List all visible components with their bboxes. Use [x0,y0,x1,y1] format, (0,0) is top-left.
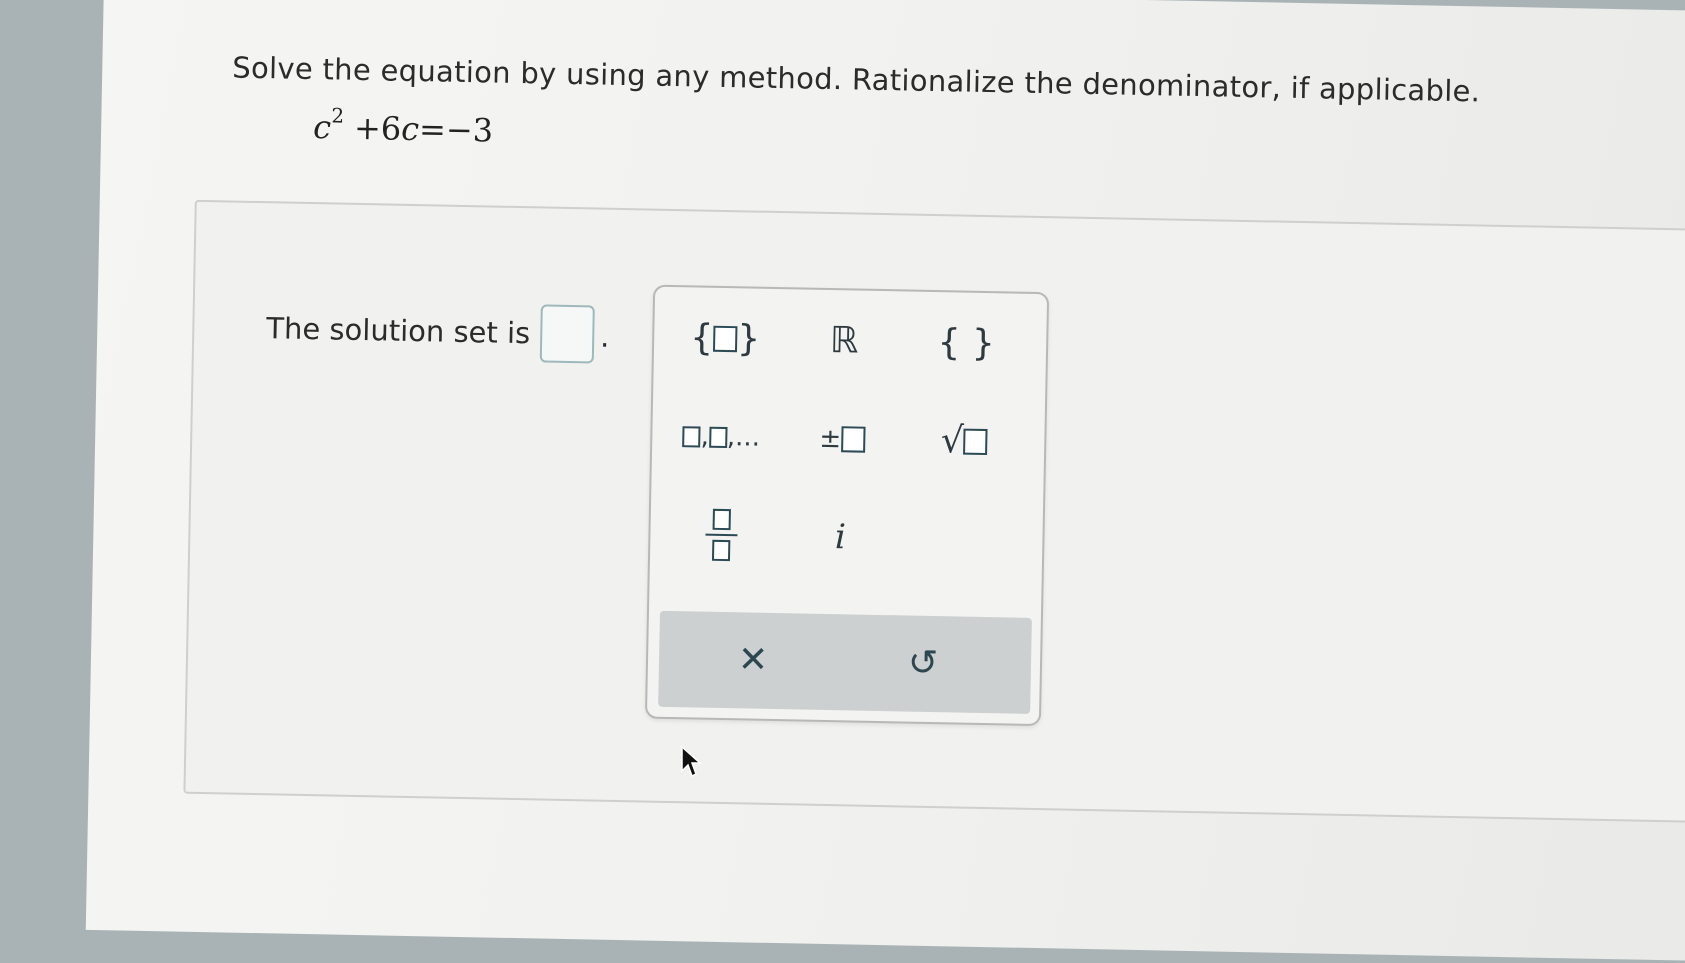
ellipsis-icon: ... [734,422,761,453]
close-icon: ✕ [737,639,769,681]
right-brace-icon: } [736,318,761,360]
reset-button[interactable]: ↺ [862,625,983,703]
page-background: Solve the equation by using any method. … [85,0,1685,962]
equation-rhs: =−3 [418,110,494,150]
equation: c2 +6c=−3 [312,104,494,150]
list-button[interactable]: ,,... [671,401,772,473]
fraction-button[interactable] [671,499,772,571]
equation-variable-2: c [400,109,420,149]
plus-minus-button[interactable]: ± [792,403,893,475]
set-braces-button[interactable]: { } [675,303,776,375]
placeholder-box-icon [708,426,728,448]
placeholder-box-icon [840,426,866,453]
undo-icon: ↺ [907,642,939,685]
square-root-button[interactable]: √ [914,406,1015,478]
placeholder-box-icon [963,428,989,456]
empty-set-icon: { } [937,322,996,365]
left-brace-icon: { [689,317,714,359]
clear-button[interactable]: ✕ [692,621,813,699]
sqrt-icon: √ [940,420,965,462]
real-numbers-button[interactable]: ℝ [794,305,895,377]
equation-exponent: 2 [331,103,345,128]
denominator-box-icon [711,540,731,562]
numerator-box-icon [712,508,731,530]
question-instruction: Solve the equation by using any method. … [232,50,1481,109]
fraction-bar-icon [705,533,738,537]
solution-set-label: The solution set is [266,311,531,351]
math-palette: { } ℝ { } ,,... ± √ i ✕ ↺ [644,284,1050,727]
empty-set-button[interactable]: { } [916,308,1017,380]
solution-set-input[interactable] [539,304,595,364]
imaginary-unit-icon: i [834,517,847,558]
placeholder-box-icon [682,425,701,448]
plus-minus-icon: ± [819,423,842,455]
equation-term: +6 [343,108,402,148]
imaginary-unit-button[interactable]: i [790,501,891,573]
sentence-period: . [599,319,610,354]
real-numbers-icon: ℝ [829,320,859,362]
answer-area: The solution set is . { } ℝ { } ,,... ± [183,199,1685,826]
placeholder-box-icon [712,325,738,353]
mouse-pointer-icon [681,745,702,778]
palette-footer: ✕ ↺ [658,610,1032,714]
equation-variable: c [312,108,332,147]
